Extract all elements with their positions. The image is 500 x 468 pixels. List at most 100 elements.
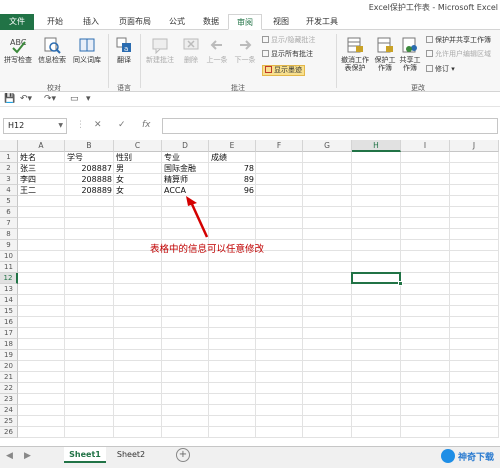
- table-header-cell[interactable]: 学号: [65, 152, 114, 163]
- row-header-18[interactable]: 18: [0, 339, 18, 350]
- row-header-24[interactable]: 24: [0, 405, 18, 416]
- fill-handle[interactable]: [398, 281, 403, 286]
- thesaurus-button[interactable]: 同义词库: [70, 36, 104, 64]
- table-cell[interactable]: 女: [114, 185, 162, 196]
- delete-comment-button[interactable]: 删除: [180, 36, 202, 64]
- table-cell[interactable]: 208889: [65, 185, 114, 196]
- name-box[interactable]: H12 ▼: [3, 118, 67, 134]
- redo-icon[interactable]: ↷▾: [44, 94, 56, 104]
- tab-file[interactable]: 文件: [0, 14, 34, 30]
- row-header-14[interactable]: 14: [0, 295, 18, 306]
- undo-icon[interactable]: ↶▾: [20, 94, 32, 104]
- protect-and-share-button[interactable]: 保护并共享工作簿: [426, 36, 491, 45]
- column-header-d[interactable]: D: [162, 140, 209, 152]
- unprotect-sheet-button[interactable]: 撤消工作表保护: [338, 36, 372, 72]
- worksheet-grid[interactable]: 姓名 学号 性别 专业 成绩张三 208887 男国际金融 78 李四 208888 女精算师 89 王…: [0, 140, 500, 446]
- allow-edit-ranges-button[interactable]: 允许用户编辑区域: [426, 50, 491, 59]
- table-cell[interactable]: 张三: [18, 163, 65, 174]
- row-header-20[interactable]: 20: [0, 361, 18, 372]
- tab-home[interactable]: 开始: [40, 14, 70, 30]
- table-cell[interactable]: 王二: [18, 185, 65, 196]
- customize-toolbar-icon[interactable]: ▾: [86, 94, 91, 104]
- print-preview-icon[interactable]: ▭: [70, 94, 79, 104]
- column-header-g[interactable]: G: [303, 140, 352, 152]
- tab-review[interactable]: 审阅: [228, 14, 262, 30]
- tab-developer[interactable]: 开发工具: [300, 14, 344, 30]
- column-header-i[interactable]: I: [401, 140, 450, 152]
- table-header-cell[interactable]: 性别: [114, 152, 162, 163]
- scroll-left-icon[interactable]: ◀: [6, 451, 13, 461]
- column-header-b[interactable]: B: [65, 140, 114, 152]
- row-header-3[interactable]: 3: [0, 174, 18, 185]
- table-header-cell[interactable]: 专业: [162, 152, 209, 163]
- chevron-down-icon[interactable]: ▼: [58, 119, 63, 133]
- tab-formulas[interactable]: 公式: [162, 14, 192, 30]
- share-workbook-button[interactable]: 共享工作簿: [398, 36, 422, 72]
- scroll-right-icon[interactable]: ▶: [24, 451, 31, 461]
- show-all-comments-button[interactable]: 显示所有批注: [262, 50, 313, 59]
- protect-workbook-button[interactable]: 保护工作簿: [373, 36, 397, 72]
- table-cell[interactable]: 78: [209, 163, 256, 174]
- sheet-tab-sheet1[interactable]: Sheet1: [64, 447, 106, 463]
- row-header-8[interactable]: 8: [0, 229, 18, 240]
- tab-page-layout[interactable]: 页面布局: [112, 14, 158, 30]
- row-header-16[interactable]: 16: [0, 317, 18, 328]
- row-header-12[interactable]: 12: [0, 273, 18, 284]
- tab-data[interactable]: 数据: [196, 14, 226, 30]
- row-header-1[interactable]: 1: [0, 152, 18, 163]
- row-header-10[interactable]: 10: [0, 251, 18, 262]
- row-header-6[interactable]: 6: [0, 207, 18, 218]
- table-header-cell[interactable]: 成绩: [209, 152, 256, 163]
- show-ink-button[interactable]: 显示墨迹: [262, 65, 305, 76]
- row-header-22[interactable]: 22: [0, 383, 18, 394]
- row-header-4[interactable]: 4: [0, 185, 18, 196]
- table-cell[interactable]: 208887: [65, 163, 114, 174]
- row-header-7[interactable]: 7: [0, 218, 18, 229]
- table-cell[interactable]: 男: [114, 163, 162, 174]
- formula-input[interactable]: [162, 118, 498, 134]
- row-header-23[interactable]: 23: [0, 394, 18, 405]
- table-cell[interactable]: 李四: [18, 174, 65, 185]
- column-header-a[interactable]: A: [18, 140, 65, 152]
- table-header-cell[interactable]: 姓名: [18, 152, 65, 163]
- track-changes-button[interactable]: 修订 ▾: [426, 65, 455, 74]
- column-header-j[interactable]: J: [450, 140, 499, 152]
- insert-function-icon[interactable]: fx: [142, 120, 151, 130]
- column-header-h[interactable]: H: [352, 140, 401, 152]
- column-header-e[interactable]: E: [209, 140, 256, 152]
- row-header-21[interactable]: 21: [0, 372, 18, 383]
- sheet-tab-sheet2[interactable]: Sheet2: [110, 447, 152, 463]
- save-icon[interactable]: 💾: [4, 94, 15, 104]
- row-header-2[interactable]: 2: [0, 163, 18, 174]
- row-header-15[interactable]: 15: [0, 306, 18, 317]
- row-header-11[interactable]: 11: [0, 262, 18, 273]
- table-cell[interactable]: 女: [114, 174, 162, 185]
- row-header-13[interactable]: 13: [0, 284, 18, 295]
- table-cell[interactable]: 国际金融: [162, 163, 209, 174]
- next-comment-button[interactable]: 下一条: [232, 36, 258, 64]
- new-comment-button[interactable]: 新建批注: [142, 36, 178, 64]
- enter-icon[interactable]: ✓: [118, 120, 126, 130]
- select-all-corner[interactable]: [0, 140, 18, 152]
- tab-view[interactable]: 视图: [266, 14, 296, 30]
- previous-comment-button[interactable]: 上一条: [204, 36, 230, 64]
- add-sheet-button[interactable]: +: [176, 448, 190, 462]
- table-cell[interactable]: 精算师: [162, 174, 209, 185]
- spelling-button[interactable]: ABC 拼写检查: [2, 36, 34, 64]
- row-header-9[interactable]: 9: [0, 240, 18, 251]
- column-header-f[interactable]: F: [256, 140, 303, 152]
- row-header-25[interactable]: 25: [0, 416, 18, 427]
- row-header-19[interactable]: 19: [0, 350, 18, 361]
- row-header-5[interactable]: 5: [0, 196, 18, 207]
- tab-insert[interactable]: 插入: [76, 14, 106, 30]
- table-cell[interactable]: 208888: [65, 174, 114, 185]
- active-cell[interactable]: [351, 272, 403, 286]
- row-header-17[interactable]: 17: [0, 328, 18, 339]
- table-cell[interactable]: 96: [209, 185, 256, 196]
- column-header-c[interactable]: C: [114, 140, 162, 152]
- show-hide-comment-button[interactable]: 显示/隐藏批注: [262, 36, 315, 45]
- row-header-26[interactable]: 26: [0, 427, 18, 438]
- cancel-icon[interactable]: ✕: [94, 120, 102, 130]
- translate-button[interactable]: a 翻译: [112, 36, 136, 64]
- table-cell[interactable]: ACCA: [162, 185, 209, 196]
